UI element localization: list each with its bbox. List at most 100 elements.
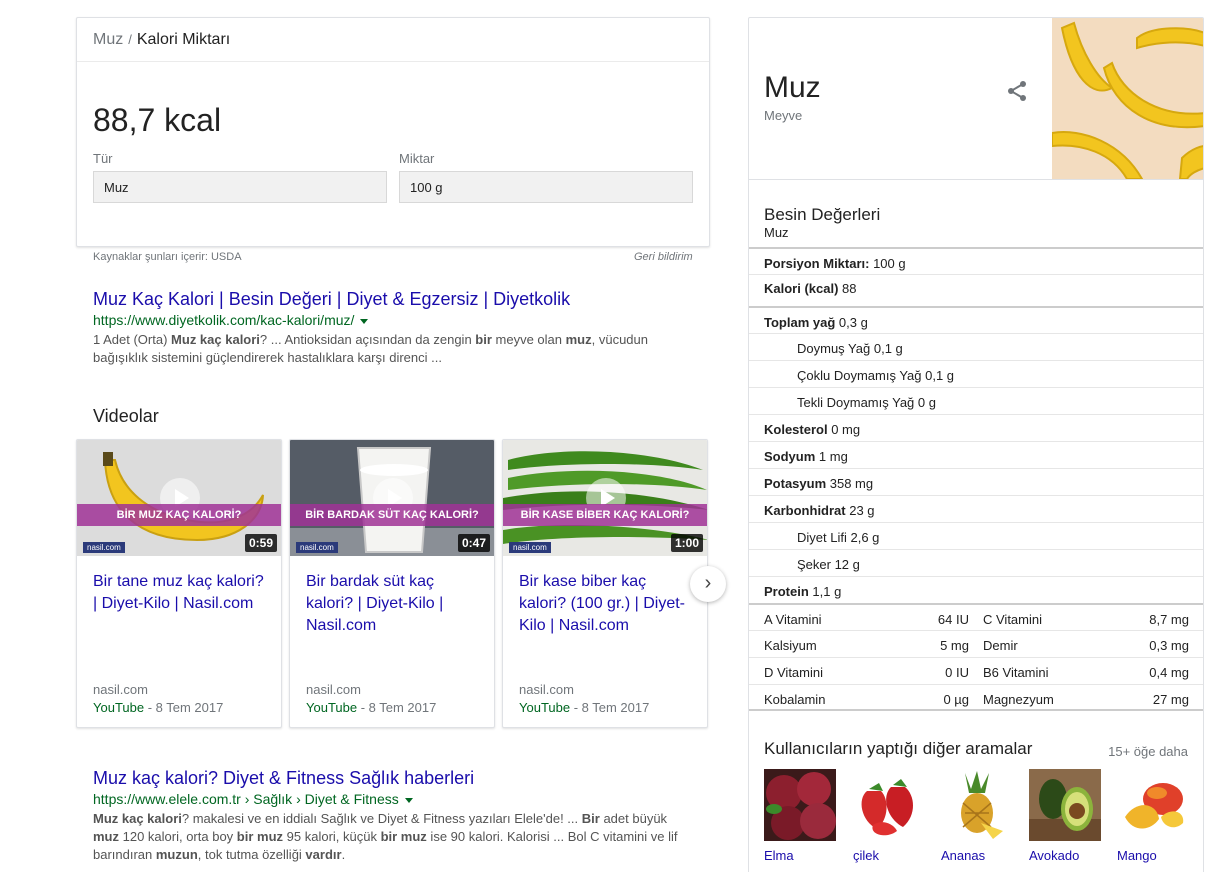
vitamin-row: Kobalamin 0 µg Magnezyum 27 mg bbox=[749, 684, 1203, 711]
caret-down-icon[interactable] bbox=[404, 797, 413, 803]
video-card[interactable]: BİR BARDAK SÜT KAÇ KALORİ? nasil.com 0:4… bbox=[289, 439, 495, 728]
more-items-link[interactable]: 15+ öğe daha bbox=[1108, 744, 1188, 759]
video-banner-text: BİR BARDAK SÜT KAÇ KALORİ? bbox=[290, 504, 494, 526]
video-duration: 1:00 bbox=[670, 534, 703, 552]
avocado-image bbox=[1029, 769, 1101, 841]
share-icon[interactable] bbox=[1005, 79, 1029, 103]
video-banner-text: BİR KASE BİBER KAÇ KALORİ? bbox=[503, 504, 707, 526]
video-source: nasil.com bbox=[519, 682, 574, 697]
vitamin-row: D Vitamini 0 IU B6 Vitamini 0,4 mg bbox=[749, 657, 1203, 684]
vitamin-value: 64 IU bbox=[937, 612, 969, 627]
nutrition-label: Kolesterol bbox=[764, 422, 828, 437]
nutrition-row: Porsiyon Miktarı: 100 g bbox=[749, 247, 1203, 274]
strawberry-image bbox=[853, 769, 925, 841]
video-source: nasil.com bbox=[93, 682, 148, 697]
vitamin-value: 0 µg bbox=[943, 692, 969, 707]
search-result: Muz Kaç Kalori | Besin Değeri | Diyet & … bbox=[93, 288, 693, 367]
vitamin-name: Magnezyum bbox=[983, 692, 1054, 707]
video-title[interactable]: Bir kase biber kaç kalori? (100 gr.) | D… bbox=[519, 571, 697, 637]
chevron-right-icon[interactable]: › bbox=[690, 566, 726, 602]
pineapple-image bbox=[941, 769, 1013, 841]
vitamin-name: Kobalamin bbox=[764, 692, 826, 707]
feedback-link[interactable]: Geri bildirim bbox=[634, 251, 693, 263]
vitamin-name: B6 Vitamini bbox=[983, 665, 1049, 680]
banana-photo[interactable] bbox=[1052, 18, 1204, 179]
nutrition-heading: Besin Değerleri bbox=[764, 205, 881, 224]
nutrition-label: Toplam yağ bbox=[764, 315, 836, 330]
video-title[interactable]: Bir tane muz kaç kalori? | Diyet-Kilo | … bbox=[93, 571, 271, 615]
nutrition-value: 0,1 g bbox=[870, 341, 903, 356]
nasil-logo: nasil.com bbox=[83, 542, 125, 553]
also-searched-heading: Kullanıcıların yaptığı diğer aramalar bbox=[764, 739, 1033, 758]
amount-input[interactable]: 100 g bbox=[399, 171, 693, 203]
mango-image bbox=[1117, 769, 1189, 841]
breadcrumb-muz[interactable]: Muz bbox=[93, 31, 123, 48]
video-thumbnail[interactable]: BİR KASE BİBER KAÇ KALORİ? nasil.com 1:0… bbox=[503, 440, 707, 556]
vitamin-name: D Vitamini bbox=[764, 665, 824, 680]
nutrition-label: Protein bbox=[764, 584, 809, 599]
calorie-value: 88,7 kcal bbox=[93, 102, 222, 138]
nutrition-subject: Muz bbox=[764, 225, 789, 240]
nutrition-row: Toplam yağ 0,3 g bbox=[749, 306, 1203, 333]
panel-subtitle: Meyve bbox=[764, 108, 803, 123]
vitamin-value: 0,4 mg bbox=[1149, 665, 1189, 680]
video-duration: 0:47 bbox=[457, 534, 490, 552]
nutrition-value: 100 g bbox=[869, 256, 906, 271]
nutrition-value: 2,6 g bbox=[846, 530, 880, 545]
nutrition-row: Tekli Doymamış Yağ 0 g bbox=[749, 387, 1203, 414]
nasil-logo: nasil.com bbox=[296, 542, 338, 553]
nutrition-label: Sodyum bbox=[764, 449, 816, 464]
result-url-text[interactable]: https://www.elele.com.tr › Sağlık › Diye… bbox=[93, 791, 399, 807]
related-item-avokado[interactable]: Avokado bbox=[1029, 769, 1101, 863]
vitamin-value: 8,7 mg bbox=[1149, 612, 1189, 627]
videos-heading: Videolar bbox=[93, 406, 159, 426]
video-title[interactable]: Bir bardak süt kaç kalori? | Diyet-Kilo … bbox=[306, 571, 484, 637]
related-item-ananas[interactable]: Ananas bbox=[941, 769, 1013, 863]
vitamin-value: 0 IU bbox=[945, 665, 969, 680]
related-item-elma[interactable]: Elma bbox=[764, 769, 836, 863]
nutrition-value: 358 mg bbox=[826, 476, 874, 491]
result-title-link[interactable]: Muz Kaç Kalori | Besin Değeri | Diyet & … bbox=[93, 288, 693, 310]
nutrition-label: Potasyum bbox=[764, 476, 827, 491]
video-thumbnail[interactable]: BİR BARDAK SÜT KAÇ KALORİ? nasil.com 0:4… bbox=[290, 440, 494, 556]
nutrition-label: Porsiyon Miktarı: bbox=[764, 256, 870, 271]
caret-down-icon[interactable] bbox=[360, 318, 369, 324]
calorie-card: Muz / Kalori Miktarı 88,7 kcal Tür Miktar … bbox=[76, 17, 710, 247]
result-title-link[interactable]: Muz kaç kalori? Diyet & Fitness Sağlık h… bbox=[93, 767, 693, 789]
knowledge-panel: Muz Meyve Besin Değerleri Muz Porsiyon M… bbox=[748, 17, 1204, 872]
nutrition-row: Sodyum 1 mg bbox=[749, 441, 1203, 468]
nutrition-value: 12 g bbox=[830, 557, 860, 572]
nutrition-row: Protein 1,1 g bbox=[749, 576, 1203, 603]
video-card[interactable]: BİR MUZ KAÇ KALORİ? nasil.com 0:59 Bir t… bbox=[76, 439, 282, 728]
result-url-text[interactable]: https://www.diyetkolik.com/kac-kalori/mu… bbox=[93, 312, 354, 328]
video-duration: 0:59 bbox=[244, 534, 277, 552]
video-thumbnail[interactable]: BİR MUZ KAÇ KALORİ? nasil.com 0:59 bbox=[77, 440, 281, 556]
nutrition-label: Kalori (kcal) bbox=[764, 281, 839, 296]
nutrition-row: Kalori (kcal) 88 bbox=[749, 274, 1203, 306]
nutrition-row: Kolesterol 0 mg bbox=[749, 414, 1203, 441]
video-date: - 8 Tem 2017 bbox=[144, 700, 224, 715]
nutrition-value: 0 mg bbox=[827, 422, 861, 437]
nutrition-row: Çoklu Doymamış Yağ 0,1 g bbox=[749, 360, 1203, 387]
nutrition-value: 1,1 g bbox=[808, 584, 842, 599]
breadcrumb: Muz / Kalori Miktarı bbox=[77, 18, 709, 62]
video-date: - 8 Tem 2017 bbox=[570, 700, 650, 715]
video-banner-text: BİR MUZ KAÇ KALORİ? bbox=[77, 504, 281, 526]
video-platform: YouTube bbox=[93, 700, 145, 715]
related-item-mango[interactable]: Mango bbox=[1117, 769, 1189, 863]
nutrition-value: 88 bbox=[838, 281, 857, 296]
nutrition-table: Porsiyon Miktarı: 100 g Kalori (kcal) 88 T… bbox=[749, 247, 1203, 711]
related-item-cilek[interactable]: çilek bbox=[853, 769, 925, 863]
apple-image bbox=[764, 769, 836, 841]
vitamin-name: Demir bbox=[983, 638, 1018, 653]
panel-divider bbox=[749, 179, 1203, 180]
video-date: - 8 Tem 2017 bbox=[357, 700, 437, 715]
video-card[interactable]: BİR KASE BİBER KAÇ KALORİ? nasil.com 1:0… bbox=[502, 439, 708, 728]
sources-note: Kaynaklar şunları içerir: USDA bbox=[93, 251, 242, 263]
breadcrumb-current: Kalori Miktarı bbox=[136, 31, 231, 48]
related-item-label: Avokado bbox=[1029, 848, 1080, 863]
nutrition-label: Şeker bbox=[797, 557, 831, 572]
amount-label: Miktar bbox=[399, 151, 435, 166]
result-snippet: 1 Adet (Orta) Muz kaç kalori? ... Antiok… bbox=[93, 332, 648, 365]
type-select[interactable]: Muz bbox=[93, 171, 387, 203]
